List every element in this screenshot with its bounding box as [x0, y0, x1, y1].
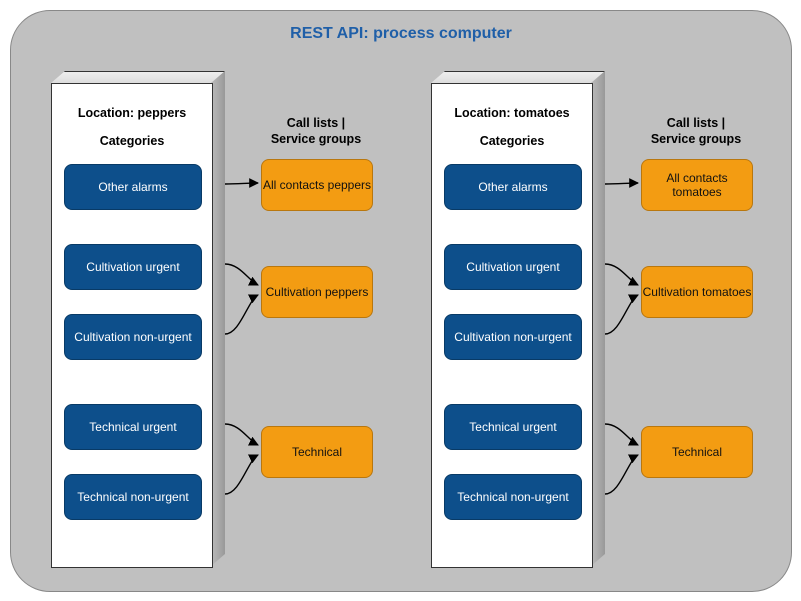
category-technical-nonurgent: Technical non-urgent [444, 474, 582, 520]
category-technical-urgent: Technical urgent [64, 404, 202, 450]
category-cultivation-urgent: Cultivation urgent [444, 244, 582, 290]
column-side-face [591, 71, 605, 566]
column-front-face: Location: peppers Categories Other alarm… [51, 83, 213, 568]
category-other-alarms: Other alarms [64, 164, 202, 210]
category-cultivation-urgent: Cultivation urgent [64, 244, 202, 290]
categories-header: Categories [52, 134, 212, 148]
rest-api-panel: REST API: process computer Location: pep… [10, 10, 792, 592]
column-tomatoes: Location: tomatoes Categories Other alar… [431, 71, 606, 566]
column-3d: Location: peppers Categories Other alarm… [51, 71, 226, 566]
service-group-cultivation-tomatoes: Cultivation tomatoes [641, 266, 753, 318]
column-top-face [431, 71, 605, 83]
category-technical-urgent: Technical urgent [444, 404, 582, 450]
service-group-all-contacts-tomatoes: All contacts tomatoes [641, 159, 753, 211]
category-technical-nonurgent: Technical non-urgent [64, 474, 202, 520]
service-group-technical-tomatoes: Technical [641, 426, 753, 478]
column-side-face [211, 71, 225, 566]
panel-title: REST API: process computer [11, 25, 791, 43]
category-cultivation-nonurgent: Cultivation non-urgent [444, 314, 582, 360]
category-other-alarms: Other alarms [444, 164, 582, 210]
column-front-face: Location: tomatoes Categories Other alar… [431, 83, 593, 568]
categories-header: Categories [432, 134, 592, 148]
service-group-technical-peppers: Technical [261, 426, 373, 478]
column-peppers: Location: peppers Categories Other alarm… [51, 71, 226, 566]
service-group-all-contacts-peppers: All contacts peppers [261, 159, 373, 211]
service-groups-header-tomatoes: Call lists |Service groups [636, 116, 756, 147]
service-groups-header-peppers: Call lists |Service groups [256, 116, 376, 147]
diagram-canvas: REST API: process computer Location: pep… [0, 0, 801, 601]
service-group-cultivation-peppers: Cultivation peppers [261, 266, 373, 318]
category-cultivation-nonurgent: Cultivation non-urgent [64, 314, 202, 360]
column-3d: Location: tomatoes Categories Other alar… [431, 71, 606, 566]
location-label: Location: peppers [52, 106, 212, 120]
location-label: Location: tomatoes [432, 106, 592, 120]
column-top-face [51, 71, 225, 83]
